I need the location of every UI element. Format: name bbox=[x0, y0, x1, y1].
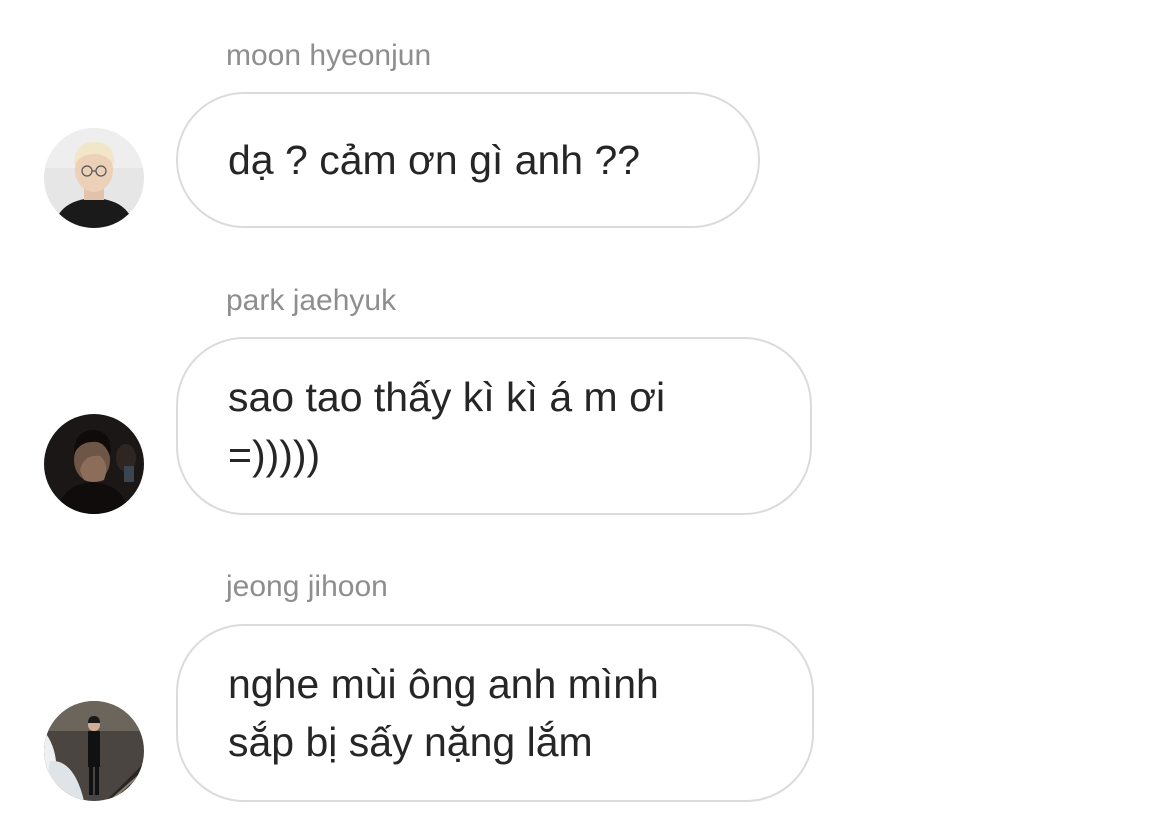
avatar[interactable] bbox=[44, 414, 144, 514]
avatar[interactable] bbox=[44, 128, 144, 228]
profile-photo-icon bbox=[44, 701, 144, 801]
message-bubble[interactable]: nghe mùi ông anh mình sắp bị sấy nặng lắ… bbox=[176, 624, 814, 802]
sender-name: moon hyeonjun bbox=[226, 39, 432, 72]
message-text: sao tao thấy kì kì á m ơi =))))) bbox=[228, 374, 666, 478]
sender-name: jeong jihoon bbox=[226, 570, 388, 603]
sender-name: park jaehyuk bbox=[226, 284, 397, 317]
message-bubble[interactable]: sao tao thấy kì kì á m ơi =))))) bbox=[176, 337, 812, 515]
message-bubble[interactable]: dạ ? cảm ơn gì anh ?? bbox=[176, 92, 760, 228]
message-text: dạ ? cảm ơn gì anh ?? bbox=[228, 137, 641, 183]
profile-photo-icon bbox=[44, 128, 144, 228]
chat-thread: moon hyeonjun dạ ? cảm ơn gì anh ?? park… bbox=[0, 0, 1170, 836]
avatar[interactable] bbox=[44, 701, 144, 801]
profile-photo-icon bbox=[44, 414, 144, 514]
message-text: nghe mùi ông anh mình sắp bị sấy nặng lắ… bbox=[228, 661, 659, 765]
